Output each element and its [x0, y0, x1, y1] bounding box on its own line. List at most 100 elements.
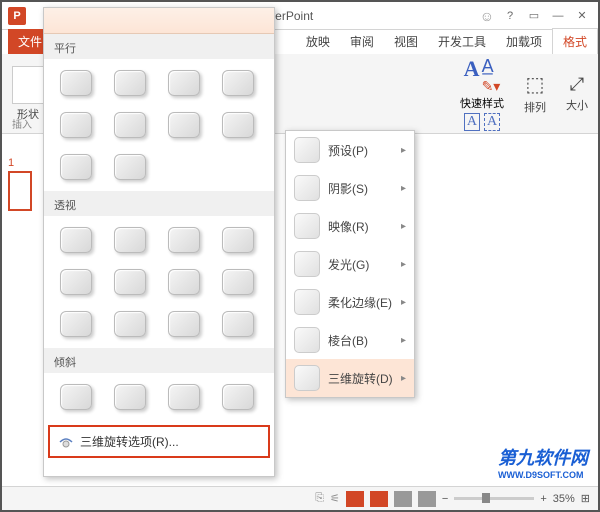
zoom-in-button[interactable]: +: [540, 493, 546, 505]
ribbon-collapse-icon[interactable]: ▭: [524, 7, 544, 25]
rotation-preset[interactable]: [162, 379, 206, 415]
help-icon[interactable]: ?: [500, 7, 520, 25]
notes-icon[interactable]: ⎘: [315, 492, 324, 505]
rotation-preset[interactable]: [54, 107, 98, 143]
slide-number: 1: [8, 157, 38, 169]
submenu-soft-edges[interactable]: 柔化边缘(E) ▸: [286, 283, 414, 321]
shape-effects-submenu: 预设(P) ▸ 阴影(S) ▸ 映像(R) ▸ 发光(G) ▸ 柔化边缘(E) …: [285, 130, 415, 398]
submenu-label: 发光(G): [328, 256, 369, 273]
zoom-slider[interactable]: [454, 497, 534, 500]
rotation-icon: [294, 365, 320, 391]
gallery-section-perspective: 透视: [44, 191, 274, 216]
rotation-preset[interactable]: [108, 264, 152, 300]
rotation-preset[interactable]: [54, 306, 98, 342]
quick-styles-label: 快速样式: [460, 95, 504, 111]
rotation-preset[interactable]: [54, 149, 98, 185]
rotation-preset[interactable]: [108, 149, 152, 185]
zoom-level[interactable]: 35%: [553, 493, 575, 505]
rotation-preset[interactable]: [216, 264, 260, 300]
arrange-label: 排列: [524, 99, 546, 115]
rotation-preset[interactable]: [162, 65, 206, 101]
chevron-right-icon: ▸: [401, 145, 406, 156]
rotation-preset[interactable]: [216, 222, 260, 258]
submenu-reflection[interactable]: 映像(R) ▸: [286, 207, 414, 245]
submenu-label: 柔化边缘(E): [328, 294, 392, 311]
tab-format[interactable]: 格式: [552, 28, 598, 54]
rotation-preset[interactable]: [54, 379, 98, 415]
tab-addins[interactable]: 加载项: [496, 29, 552, 54]
gallery-section-oblique: 倾斜: [44, 348, 274, 373]
rotation-preset[interactable]: [108, 379, 152, 415]
submenu-label: 阴影(S): [328, 180, 368, 197]
size-label: 大小: [566, 97, 588, 113]
watermark-sub: WWW.D9SOFT.COM: [498, 470, 588, 480]
rotation-preset[interactable]: [54, 65, 98, 101]
submenu-bevel[interactable]: 棱台(B) ▸: [286, 321, 414, 359]
arrange-icon: ⬚: [526, 72, 545, 97]
quick-styles-group[interactable]: A A̲ ✎▾ 快速样式 A A: [460, 56, 504, 131]
tab-slideshow[interactable]: 放映: [296, 29, 340, 54]
rotation-preset[interactable]: [216, 65, 260, 101]
text-effects-icon[interactable]: A: [464, 113, 480, 131]
submenu-glow[interactable]: 发光(G) ▸: [286, 245, 414, 283]
text-fill-icon[interactable]: A̲: [482, 56, 501, 77]
rotation-preset[interactable]: [108, 222, 152, 258]
watermark: 第九软件网 WWW.D9SOFT.COM: [498, 444, 588, 480]
statusbar: ⎘ ⚟ − + 35% ⊞: [2, 486, 598, 510]
preset-icon: [294, 137, 320, 163]
submenu-shadow[interactable]: 阴影(S) ▸: [286, 169, 414, 207]
text-outline-icon[interactable]: ✎▾: [482, 78, 501, 95]
rotation-gallery: 平行 透视 倾斜 三维旋转选项(R)...: [43, 7, 275, 477]
arrange-group[interactable]: ⬚ 排列: [524, 72, 546, 115]
close-button[interactable]: ✕: [572, 7, 592, 25]
text-effects-more-icon[interactable]: A: [484, 113, 500, 131]
minimize-button[interactable]: —: [548, 7, 568, 25]
tab-developer[interactable]: 开发工具: [428, 29, 496, 54]
rotation-preset[interactable]: [162, 107, 206, 143]
submenu-label: 棱台(B): [328, 332, 368, 349]
smiley-icon[interactable]: ☺: [480, 8, 494, 24]
watermark-main: 第九软件网: [498, 448, 588, 468]
slide-thumbnail[interactable]: [8, 171, 32, 211]
submenu-preset[interactable]: 预设(P) ▸: [286, 131, 414, 169]
size-icon: ⤢: [570, 74, 584, 95]
submenu-label: 三维旋转(D): [328, 370, 393, 387]
gallery-section-parallel: 平行: [44, 34, 274, 59]
fit-to-window-button[interactable]: ⊞: [581, 492, 590, 505]
tab-view[interactable]: 视图: [384, 29, 428, 54]
chevron-right-icon: ▸: [401, 221, 406, 232]
rotation-preset[interactable]: [162, 306, 206, 342]
rotation-preset[interactable]: [216, 306, 260, 342]
chevron-right-icon: ▸: [401, 183, 406, 194]
rotation-options-icon: [58, 434, 74, 450]
rotation-preset[interactable]: [162, 264, 206, 300]
rotation-preset[interactable]: [108, 65, 152, 101]
shape-group[interactable]: 形状: [12, 66, 44, 122]
rotation-preset[interactable]: [216, 379, 260, 415]
rotation-preset[interactable]: [108, 306, 152, 342]
size-group[interactable]: ⤢ 大小: [566, 74, 588, 113]
wordart-a-icon[interactable]: A: [464, 56, 480, 95]
normal-view-button[interactable]: [346, 491, 364, 507]
tab-review[interactable]: 审阅: [340, 29, 384, 54]
zoom-out-button[interactable]: −: [442, 493, 448, 505]
comments-icon[interactable]: ⚟: [330, 492, 340, 505]
chevron-right-icon: ▸: [401, 335, 406, 346]
insert-label: 插入: [12, 116, 32, 131]
chevron-right-icon: ▸: [401, 297, 406, 308]
rotation-preset[interactable]: [162, 222, 206, 258]
shape-icon: [12, 66, 44, 104]
slideshow-view-button[interactable]: [418, 491, 436, 507]
rotation-options-button[interactable]: 三维旋转选项(R)...: [48, 425, 270, 458]
rotation-preset[interactable]: [108, 107, 152, 143]
rotation-preset[interactable]: [54, 264, 98, 300]
rotation-preset[interactable]: [54, 222, 98, 258]
shadow-icon: [294, 175, 320, 201]
rotation-preset[interactable]: [216, 107, 260, 143]
submenu-3d-rotation[interactable]: 三维旋转(D) ▸: [286, 359, 414, 397]
sorter-view-button[interactable]: [370, 491, 388, 507]
slide-panel: 1: [8, 157, 38, 211]
chevron-right-icon: ▸: [401, 259, 406, 270]
chevron-right-icon: ▸: [401, 373, 406, 384]
reading-view-button[interactable]: [394, 491, 412, 507]
